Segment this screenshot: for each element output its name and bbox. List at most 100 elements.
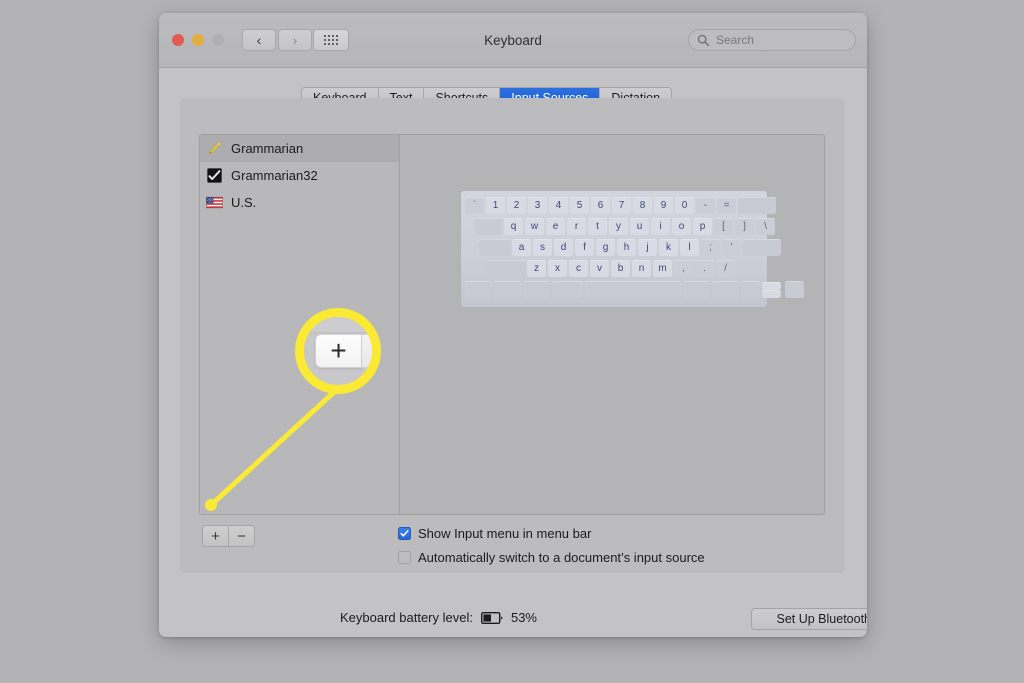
list-item-label: Grammarian32 <box>231 168 318 183</box>
key-x[interactable]: x <box>548 260 567 277</box>
key-m[interactable]: m <box>653 260 672 277</box>
checkbox-checked-icon[interactable] <box>398 527 411 540</box>
key-minus[interactable]: - <box>696 197 715 214</box>
key-shift-left[interactable] <box>487 260 525 277</box>
key-f[interactable]: f <box>575 239 594 256</box>
key-control[interactable] <box>494 281 521 298</box>
key-fn[interactable] <box>465 281 492 298</box>
battery-percent-value: 53% <box>510 610 537 625</box>
window-titlebar: ‹ › Keyboard Search <box>159 13 867 68</box>
key-l[interactable]: l <box>680 239 699 256</box>
key-e[interactable]: e <box>546 218 565 235</box>
key-5[interactable]: 5 <box>570 197 589 214</box>
keyboard-preferences-window: ‹ › Keyboard Search Keyboard Text Shortc… <box>159 13 867 637</box>
key-r[interactable]: r <box>567 218 586 235</box>
key-backtick[interactable]: ` <box>465 197 484 214</box>
keyboard-layout-preview-pane: ` 1 2 3 4 5 6 7 8 9 0 - = q w e r t y u … <box>400 135 824 514</box>
key-v[interactable]: v <box>590 260 609 277</box>
key-command-right[interactable] <box>683 281 710 298</box>
key-option-left[interactable] <box>523 281 550 298</box>
key-option-right[interactable] <box>712 281 739 298</box>
input-sources-list[interactable]: Grammarian Grammarian32 U.S. <box>200 135 400 514</box>
key-j[interactable]: j <box>638 239 657 256</box>
key-u[interactable]: u <box>630 218 649 235</box>
list-item-label: Grammarian <box>231 141 304 156</box>
key-4[interactable]: 4 <box>549 197 568 214</box>
input-sources-content-box: Grammarian Grammarian32 U.S. ` 1 2 3 4 5… <box>199 134 825 515</box>
keyboard-battery-status: Keyboard battery level: 53% <box>340 610 537 625</box>
key-g[interactable]: g <box>596 239 615 256</box>
keyboard-row-modifiers <box>465 280 804 299</box>
key-o[interactable]: o <box>672 218 691 235</box>
battery-half-icon <box>480 611 503 624</box>
key-arrow-up-down-stack[interactable] <box>762 281 783 298</box>
key-caps-lock[interactable] <box>479 239 510 256</box>
key-9[interactable]: 9 <box>654 197 673 214</box>
add-input-source-button[interactable]: + <box>203 526 229 546</box>
pencil-icon <box>209 141 221 154</box>
search-placeholder-text: Search <box>716 33 755 47</box>
key-8[interactable]: 8 <box>633 197 652 214</box>
remove-input-source-button[interactable]: − <box>229 526 254 546</box>
key-bracket-right[interactable]: ] <box>735 218 754 235</box>
checkmark-icon <box>400 530 409 537</box>
key-space[interactable] <box>585 281 681 298</box>
key-6[interactable]: 6 <box>591 197 610 214</box>
checkbox-unchecked-icon[interactable] <box>398 551 411 564</box>
key-period[interactable]: . <box>695 260 714 277</box>
key-s[interactable]: s <box>533 239 552 256</box>
key-arrow-left[interactable] <box>741 281 760 298</box>
key-c[interactable]: c <box>569 260 588 277</box>
key-1[interactable]: 1 <box>486 197 505 214</box>
keyboard-row-bottom-letters: z x c v b n m , . / <box>465 259 763 278</box>
list-item[interactable]: Grammarian32 <box>200 162 399 189</box>
keyboard-row-home: a s d f g h j k l ; ' <box>465 238 781 257</box>
key-t[interactable]: t <box>588 218 607 235</box>
set-up-bluetooth-keyboard-button[interactable]: Set Up Bluetooth Keyboard… <box>751 608 867 630</box>
keyboard-layout-viewer: ` 1 2 3 4 5 6 7 8 9 0 - = q w e r t y u … <box>460 190 804 308</box>
key-w[interactable]: w <box>525 218 544 235</box>
auto-switch-input-source-checkbox-row[interactable]: Automatically switch to a document’s inp… <box>398 550 705 565</box>
key-b[interactable]: b <box>611 260 630 277</box>
key-0[interactable]: 0 <box>675 197 694 214</box>
key-a[interactable]: a <box>512 239 531 256</box>
key-delete[interactable] <box>738 197 776 214</box>
key-command-left[interactable] <box>552 281 583 298</box>
key-tab[interactable] <box>475 218 502 235</box>
key-slash[interactable]: / <box>716 260 735 277</box>
us-flag-icon <box>206 196 223 209</box>
key-q[interactable]: q <box>504 218 523 235</box>
key-2[interactable]: 2 <box>507 197 526 214</box>
auto-switch-label: Automatically switch to a document’s inp… <box>418 550 705 565</box>
list-item[interactable]: Grammarian <box>200 135 399 162</box>
search-input[interactable]: Search <box>688 29 856 51</box>
key-i[interactable]: i <box>651 218 670 235</box>
key-backslash[interactable]: \ <box>756 218 775 235</box>
key-arrow-right[interactable] <box>785 281 804 298</box>
show-input-menu-checkbox-row[interactable]: Show Input menu in menu bar <box>398 526 591 541</box>
key-y[interactable]: y <box>609 218 628 235</box>
black-square-check-icon <box>207 168 222 183</box>
key-arrow-up[interactable] <box>762 282 781 290</box>
key-n[interactable]: n <box>632 260 651 277</box>
key-3[interactable]: 3 <box>528 197 547 214</box>
list-item[interactable]: U.S. <box>200 189 399 216</box>
search-icon <box>697 34 710 47</box>
key-quote[interactable]: ' <box>722 239 741 256</box>
key-semicolon[interactable]: ; <box>701 239 720 256</box>
key-return[interactable] <box>743 239 781 256</box>
key-z[interactable]: z <box>527 260 546 277</box>
key-equals[interactable]: = <box>717 197 736 214</box>
keyboard-row-numbers: ` 1 2 3 4 5 6 7 8 9 0 - = <box>465 196 776 215</box>
key-p[interactable]: p <box>693 218 712 235</box>
keyboard-row-qwerty: q w e r t y u i o p [ ] \ <box>465 217 775 236</box>
key-bracket-left[interactable]: [ <box>714 218 733 235</box>
show-input-menu-label: Show Input menu in menu bar <box>418 526 592 541</box>
key-d[interactable]: d <box>554 239 573 256</box>
key-7[interactable]: 7 <box>612 197 631 214</box>
key-arrow-down[interactable] <box>762 290 781 298</box>
list-item-label: U.S. <box>231 195 257 210</box>
key-k[interactable]: k <box>659 239 678 256</box>
key-comma[interactable]: , <box>674 260 693 277</box>
key-h[interactable]: h <box>617 239 636 256</box>
